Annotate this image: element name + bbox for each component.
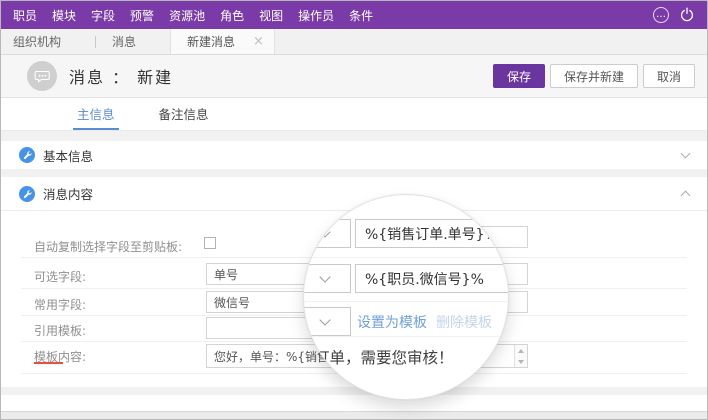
- common-field-label: 常用字段:: [34, 296, 86, 313]
- tab-message[interactable]: 消息: [96, 29, 170, 54]
- menu-item-operator[interactable]: 操作员: [298, 7, 334, 24]
- section-title: 消息内容: [43, 184, 93, 203]
- set-as-template-link[interactable]: 设置为模板: [357, 312, 427, 332]
- scroll-up-icon[interactable]: [515, 345, 527, 356]
- tab-remark-info[interactable]: 备注信息: [155, 98, 213, 130]
- section-message-content[interactable]: 消息内容: [1, 177, 707, 210]
- page-header: 消息 ： 新建 保存 保存并新建 取消: [1, 55, 707, 98]
- more-icon[interactable]: …: [653, 7, 669, 23]
- cancel-button[interactable]: 取消: [643, 64, 695, 88]
- menu-item-staff[interactable]: 职员: [13, 7, 37, 24]
- auto-copy-label: 自动复制选择字段至剪贴板:: [34, 238, 182, 255]
- magnified-dropdown[interactable]: [303, 307, 351, 336]
- section-title: 基本信息: [43, 146, 93, 165]
- status-bar: [1, 411, 707, 420]
- header-buttons: 保存 保存并新建 取消: [493, 64, 695, 88]
- section-basic-info[interactable]: 基本信息: [1, 141, 707, 169]
- wrench-icon: [19, 147, 35, 163]
- magnified-row-divider: [304, 257, 508, 258]
- selectable-field-value: 单号: [214, 266, 238, 283]
- magnified-dropdown[interactable]: [303, 264, 351, 293]
- magnified-row-divider: [304, 301, 508, 302]
- tab-new-message-label: 新建消息: [187, 33, 235, 50]
- close-icon[interactable]: ×: [253, 35, 264, 48]
- selectable-field-label: 可选字段:: [34, 268, 86, 285]
- menu-item-condition[interactable]: 条件: [349, 7, 373, 24]
- menubar-icons: …: [653, 7, 695, 23]
- magnified-dropdown[interactable]: [303, 219, 351, 248]
- spacer: [1, 131, 707, 141]
- tab-organization[interactable]: 组织机构: [1, 29, 95, 54]
- tab-main-info[interactable]: 主信息: [73, 98, 119, 130]
- message-bubble-icon: [27, 61, 57, 91]
- spacer: [1, 387, 707, 395]
- magnified-template-links: 设置为模板 删除模板: [357, 307, 492, 336]
- wrench-icon: [19, 186, 35, 202]
- magnified-template-text: 订单，需要您审核！: [314, 346, 454, 368]
- app-window: 职员 模块 字段 预警 资源池 角色 视图 操作员 条件 … 组织机构 消息 新…: [0, 0, 708, 420]
- tab-new-message[interactable]: 新建消息 ×: [170, 29, 275, 54]
- power-icon[interactable]: [679, 7, 695, 23]
- menubar: 职员 模块 字段 预警 资源池 角色 视图 操作员 条件 …: [1, 1, 707, 29]
- chevron-down-icon: [319, 226, 330, 237]
- spacer: [1, 169, 707, 177]
- detail-tabs: 主信息 备注信息: [1, 98, 707, 131]
- chevron-down-icon[interactable]: [681, 149, 691, 159]
- tabstrip: 组织机构 消息 新建消息 ×: [1, 29, 707, 55]
- chevron-down-icon: [319, 314, 330, 325]
- magnified-order-no-input[interactable]: %{销售订单.单号}%: [355, 219, 509, 248]
- magnifier-overlay: %{销售订单.单号}% %{职员.微信号}% 设置为模板 删除模板 订单，需要您…: [303, 194, 509, 400]
- reference-template-label: 引用模板:: [34, 322, 86, 339]
- scroll-down-icon[interactable]: [515, 356, 527, 367]
- common-field-value: 微信号: [214, 294, 250, 311]
- magnified-row-divider: [304, 336, 508, 337]
- chevron-up-icon[interactable]: [681, 191, 691, 201]
- menu-item-role[interactable]: 角色: [220, 7, 244, 24]
- menu-item-view[interactable]: 视图: [259, 7, 283, 24]
- auto-copy-checkbox[interactable]: [204, 237, 216, 249]
- page-title: 消息 ： 新建: [69, 64, 173, 88]
- menu-item-alert[interactable]: 预警: [130, 7, 154, 24]
- delete-template-link[interactable]: 删除模板: [436, 312, 492, 332]
- menu-item-resource-pool[interactable]: 资源池: [169, 7, 205, 24]
- magnified-wechat-input[interactable]: %{职员.微信号}%: [355, 264, 509, 293]
- save-button[interactable]: 保存: [493, 64, 545, 88]
- chevron-down-icon: [319, 271, 330, 282]
- textarea-scrollbar[interactable]: [514, 345, 527, 367]
- menu-item-module[interactable]: 模块: [52, 7, 76, 24]
- required-underline: [34, 362, 63, 364]
- save-and-new-button[interactable]: 保存并新建: [550, 64, 638, 88]
- menu-item-field[interactable]: 字段: [91, 7, 115, 24]
